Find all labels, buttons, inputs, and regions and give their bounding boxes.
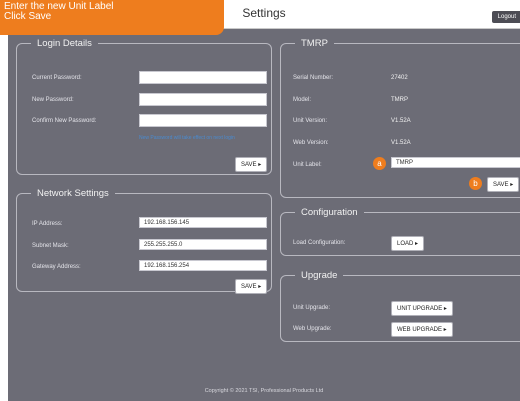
confirm-password-field[interactable] [139, 114, 267, 127]
tmrp-legend: TMRP [301, 38, 328, 49]
instruction-callout: Enter the new Unit Label Click Save [0, 0, 224, 35]
tmrp-panel: TMRP Serial Number: 27402 Model: TMRP Un… [280, 38, 520, 198]
logout-button[interactable]: Logout [491, 11, 520, 23]
settings-page: Settings Logout Login Details Current Pa… [8, 0, 520, 401]
callout-line-2: Click Save [4, 11, 52, 22]
copyright-footer: Copyright © 2021 TSI, Professional Produ… [204, 388, 324, 394]
ip-address-label: IP Address: [32, 221, 63, 227]
unit-upgrade-label: Unit Upgrade: [293, 305, 331, 311]
unit-version-value: V1.52A [391, 118, 411, 124]
configuration-legend: Configuration [301, 207, 358, 218]
subnet-mask-field[interactable]: 255.255.255.0 [139, 239, 267, 250]
ip-address-field[interactable]: 192.168.156.145 [139, 217, 267, 228]
new-password-label: New Password: [32, 97, 74, 103]
gateway-address-label: Gateway Address: [32, 264, 81, 270]
tmrp-save-button[interactable]: SAVE ▸ [487, 177, 520, 192]
load-button[interactable]: LOAD ▸ [391, 236, 425, 251]
model-label: Model: [293, 97, 312, 103]
step-a-badge: a [373, 157, 386, 170]
network-save-button[interactable]: SAVE ▸ [235, 279, 268, 294]
upgrade-legend: Upgrade [301, 270, 338, 281]
web-upgrade-button[interactable]: WEB UPGRADE ▸ [391, 322, 453, 337]
current-password-field[interactable] [139, 71, 267, 84]
gateway-address-field[interactable]: 192.168.156.254 [139, 260, 267, 271]
configuration-panel: Configuration Load Configuration: LOAD ▸ [280, 207, 520, 256]
web-upgrade-label: Web Upgrade: [293, 326, 332, 332]
login-details-legend: Login Details [37, 38, 92, 49]
unit-version-label: Unit Version: [293, 118, 328, 124]
network-settings-panel: Network Settings IP Address: 192.168.156… [16, 188, 272, 294]
model-value: TMRP [391, 97, 408, 103]
step-b-badge: b [469, 177, 482, 190]
load-configuration-label: Load Configuration: [293, 240, 346, 246]
login-details-panel: Login Details Current Password: New Pass… [16, 38, 272, 175]
web-version-label: Web Version: [293, 140, 329, 146]
unit-label-field[interactable]: TMRP [391, 157, 520, 168]
subnet-mask-label: Subnet Mask: [32, 243, 69, 249]
web-version-value: V1.52A [391, 140, 411, 146]
serial-number-label: Serial Number: [293, 75, 334, 81]
unit-label-label: Unit Label: [293, 162, 322, 168]
network-settings-legend: Network Settings [37, 188, 109, 199]
unit-upgrade-button[interactable]: UNIT UPGRADE ▸ [391, 301, 453, 316]
upgrade-panel: Upgrade Unit Upgrade: UNIT UPGRADE ▸ Web… [280, 270, 520, 342]
confirm-password-label: Confirm New Password: [32, 118, 97, 124]
serial-number-value: 27402 [391, 75, 408, 81]
current-password-label: Current Password: [32, 75, 82, 81]
login-save-button[interactable]: SAVE ▸ [235, 157, 268, 172]
new-password-field[interactable] [139, 93, 267, 106]
password-note: New Password will take effect on next lo… [139, 135, 235, 141]
